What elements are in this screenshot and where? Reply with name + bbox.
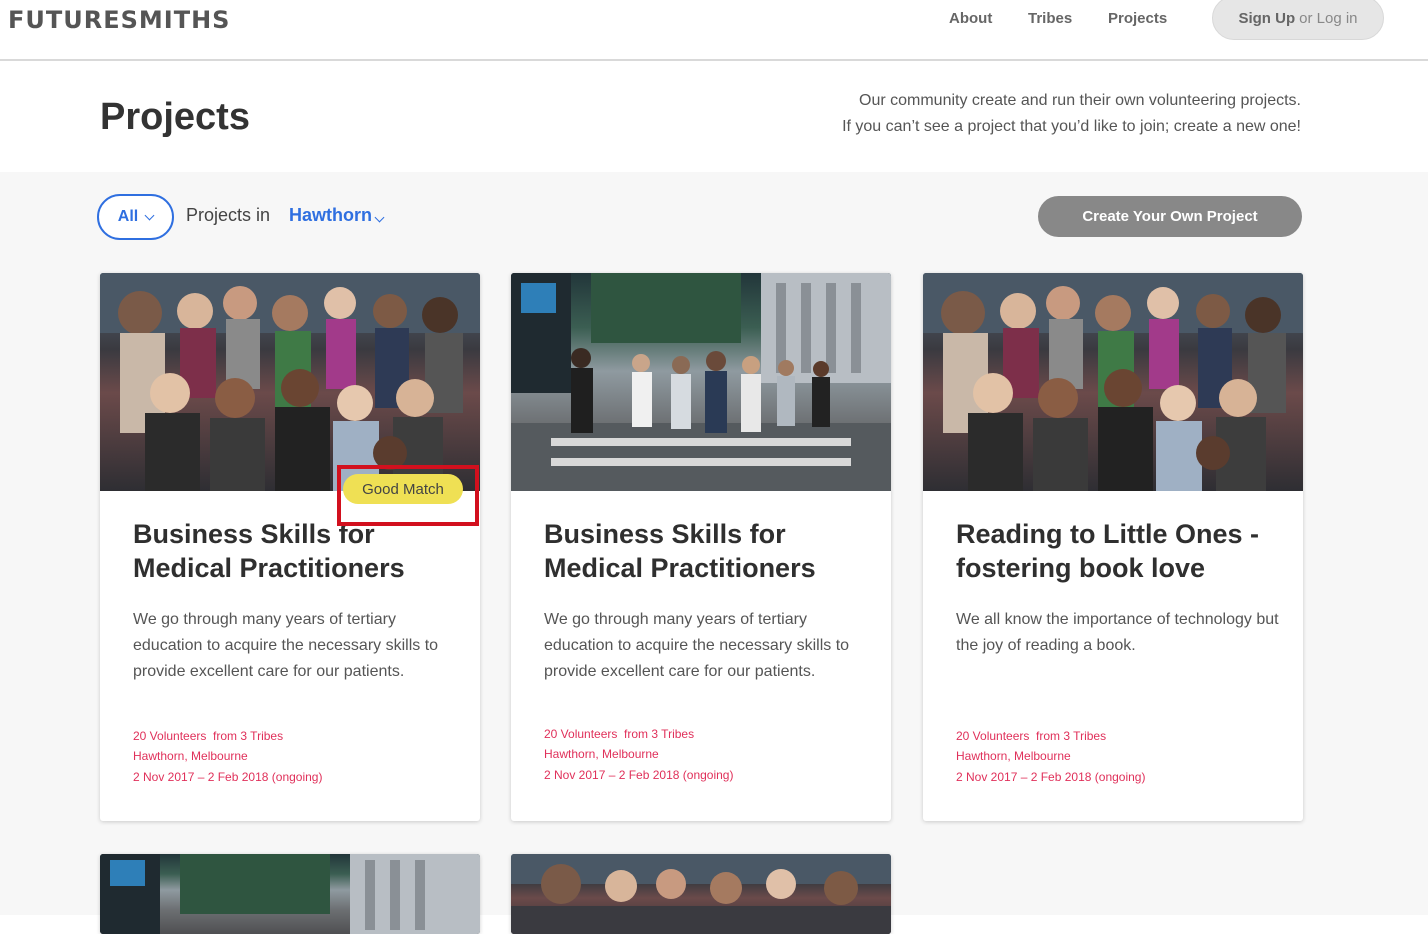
- login-label[interactable]: or Log in: [1299, 10, 1357, 27]
- project-card-partial[interactable]: [511, 854, 891, 934]
- intro-line-1: Our community create and run their own v…: [859, 92, 1301, 109]
- card-description: We all know the importance of technology…: [956, 611, 1279, 654]
- project-card[interactable]: Business Skills for Medical Practitioner…: [511, 273, 891, 821]
- project-card-partial[interactable]: [100, 854, 480, 934]
- filter-all-label: All: [117, 208, 139, 225]
- card-volunteers: 20 Volunteers from 3 Tribes: [956, 728, 1107, 743]
- project-image-group-photo: [100, 273, 480, 491]
- create-project-button[interactable]: Create Your Own Project: [1038, 196, 1302, 237]
- highlight-annotation-box: [337, 465, 479, 526]
- card-title[interactable]: Business Skills for Medical Practitioner…: [544, 517, 858, 585]
- card-description: We go through many years of tertiary edu…: [133, 611, 439, 680]
- card-description: We go through many years of tertiary edu…: [544, 611, 850, 680]
- page-intro: Our community create and run their own v…: [842, 88, 1301, 140]
- card-body: Reading to Little Ones - fostering book …: [923, 491, 1303, 659]
- project-card[interactable]: Business Skills for Medical Practitioner…: [100, 273, 480, 821]
- group-photo-illustration: [100, 273, 480, 491]
- signup-login-button[interactable]: Sign Up or Log in: [1212, 0, 1384, 40]
- site-logo[interactable]: FUTURESMITHS: [8, 6, 230, 34]
- card-volunteers: 20 Volunteers from 3 Tribes: [133, 728, 284, 743]
- project-image-street-photo: [100, 854, 480, 934]
- top-navigation-bar: FUTURESMITHS About Tribes Projects Sign …: [0, 0, 1428, 61]
- project-image-group-photo: [511, 854, 891, 934]
- filter-all-dropdown[interactable]: All: [97, 194, 174, 240]
- card-meta: 20 Volunteers from 3 Tribes Hawthorn, Me…: [956, 726, 1145, 788]
- card-location: Hawthorn, Melbourne: [544, 747, 659, 761]
- card-dates: 2 Nov 2017 – 2 Feb 2018 (ongoing): [544, 767, 734, 782]
- signup-label[interactable]: Sign Up: [1238, 10, 1295, 27]
- nav-link-tribes[interactable]: Tribes: [1028, 10, 1072, 27]
- project-image-group-photo: [923, 273, 1303, 491]
- card-dates: 2 Nov 2017 – 2 Feb 2018 (ongoing): [133, 769, 323, 784]
- group-photo-illustration: [511, 854, 891, 934]
- chevron-down-icon: [374, 212, 385, 223]
- location-label: Hawthorn: [289, 205, 372, 225]
- page-title: Projects: [100, 96, 250, 138]
- card-location: Hawthorn, Melbourne: [956, 749, 1071, 763]
- group-photo-illustration: [923, 273, 1303, 491]
- card-location: Hawthorn, Melbourne: [133, 749, 248, 763]
- card-meta: 20 Volunteers from 3 Tribes Hawthorn, Me…: [544, 724, 733, 786]
- chevron-down-icon: [144, 210, 155, 220]
- project-card[interactable]: Reading to Little Ones - fostering book …: [923, 273, 1303, 821]
- intro-line-2: If you can’t see a project that you’d li…: [842, 118, 1301, 135]
- project-image-street-photo: [511, 273, 891, 491]
- card-title[interactable]: Reading to Little Ones - fostering book …: [956, 517, 1270, 585]
- card-dates: 2 Nov 2017 – 2 Feb 2018 (ongoing): [956, 769, 1146, 784]
- nav-link-about[interactable]: About: [949, 10, 992, 27]
- card-body: Business Skills for Medical Practitioner…: [511, 491, 891, 685]
- location-dropdown[interactable]: Hawthorn: [289, 205, 385, 226]
- street-photo-illustration: [100, 854, 480, 934]
- card-meta: 20 Volunteers from 3 Tribes Hawthorn, Me…: [133, 726, 322, 788]
- card-title[interactable]: Business Skills for Medical Practitioner…: [133, 517, 447, 585]
- card-volunteers: 20 Volunteers from 3 Tribes: [544, 726, 695, 741]
- projects-in-label: Projects in: [186, 205, 271, 225]
- street-photo-illustration: [511, 273, 891, 491]
- nav-link-projects[interactable]: Projects: [1108, 10, 1167, 27]
